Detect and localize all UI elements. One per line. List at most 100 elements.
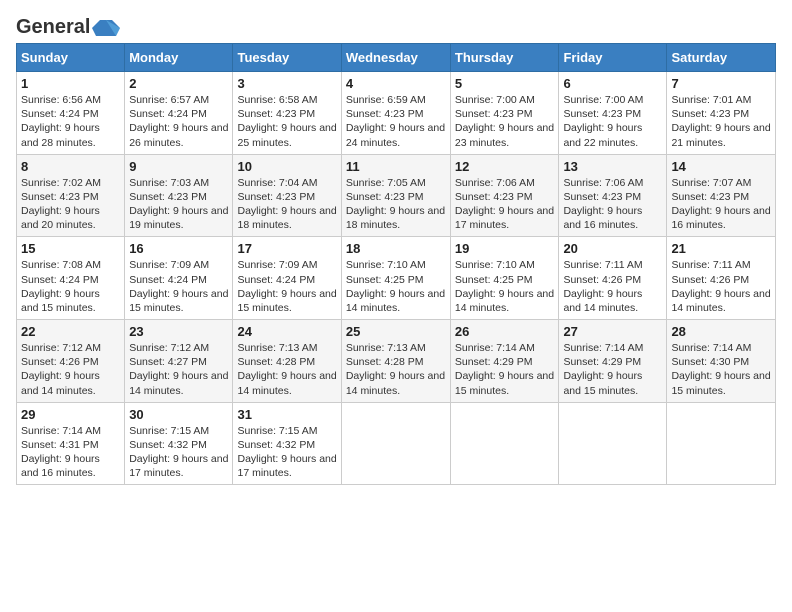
calendar-cell: 4 Sunrise: 6:59 AM Sunset: 4:23 PM Dayli… — [341, 72, 450, 155]
day-info: Sunrise: 7:01 AM Sunset: 4:23 PM Dayligh… — [671, 93, 771, 150]
calendar-cell: 29 Sunrise: 7:14 AM Sunset: 4:31 PM Dayl… — [17, 402, 125, 485]
calendar-cell: 9 Sunrise: 7:03 AM Sunset: 4:23 PM Dayli… — [125, 154, 233, 237]
day-info: Sunrise: 7:12 AM Sunset: 4:27 PM Dayligh… — [129, 341, 228, 398]
day-info: Sunrise: 7:04 AM Sunset: 4:23 PM Dayligh… — [237, 176, 336, 233]
calendar-cell: 10 Sunrise: 7:04 AM Sunset: 4:23 PM Dayl… — [233, 154, 341, 237]
day-info: Sunrise: 7:03 AM Sunset: 4:23 PM Dayligh… — [129, 176, 228, 233]
day-info: Sunrise: 6:58 AM Sunset: 4:23 PM Dayligh… — [237, 93, 336, 150]
calendar-cell — [450, 402, 559, 485]
calendar-cell: 1 Sunrise: 6:56 AM Sunset: 4:24 PM Dayli… — [17, 72, 125, 155]
day-info: Sunrise: 7:14 AM Sunset: 4:31 PM Dayligh… — [21, 424, 120, 481]
day-number: 17 — [237, 241, 336, 256]
calendar-cell: 6 Sunrise: 7:00 AM Sunset: 4:23 PM Dayli… — [559, 72, 667, 155]
calendar-cell: 18 Sunrise: 7:10 AM Sunset: 4:25 PM Dayl… — [341, 237, 450, 320]
calendar-cell: 15 Sunrise: 7:08 AM Sunset: 4:24 PM Dayl… — [17, 237, 125, 320]
calendar-cell: 31 Sunrise: 7:15 AM Sunset: 4:32 PM Dayl… — [233, 402, 341, 485]
weekday-header-monday: Monday — [125, 44, 233, 72]
day-number: 18 — [346, 241, 446, 256]
day-info: Sunrise: 7:05 AM Sunset: 4:23 PM Dayligh… — [346, 176, 446, 233]
day-number: 7 — [671, 76, 771, 91]
day-info: Sunrise: 7:02 AM Sunset: 4:23 PM Dayligh… — [21, 176, 120, 233]
day-info: Sunrise: 7:09 AM Sunset: 4:24 PM Dayligh… — [237, 258, 336, 315]
weekday-header-thursday: Thursday — [450, 44, 559, 72]
day-number: 19 — [455, 241, 555, 256]
day-info: Sunrise: 7:11 AM Sunset: 4:26 PM Dayligh… — [671, 258, 771, 315]
day-info: Sunrise: 6:56 AM Sunset: 4:24 PM Dayligh… — [21, 93, 120, 150]
calendar-cell: 5 Sunrise: 7:00 AM Sunset: 4:23 PM Dayli… — [450, 72, 559, 155]
day-number: 8 — [21, 159, 120, 174]
calendar-cell: 26 Sunrise: 7:14 AM Sunset: 4:29 PM Dayl… — [450, 320, 559, 403]
weekday-header-tuesday: Tuesday — [233, 44, 341, 72]
day-info: Sunrise: 7:07 AM Sunset: 4:23 PM Dayligh… — [671, 176, 771, 233]
calendar-cell: 8 Sunrise: 7:02 AM Sunset: 4:23 PM Dayli… — [17, 154, 125, 237]
weekday-header-wednesday: Wednesday — [341, 44, 450, 72]
day-number: 16 — [129, 241, 228, 256]
calendar-cell: 7 Sunrise: 7:01 AM Sunset: 4:23 PM Dayli… — [667, 72, 776, 155]
logo: General — [16, 16, 120, 35]
calendar-cell: 17 Sunrise: 7:09 AM Sunset: 4:24 PM Dayl… — [233, 237, 341, 320]
calendar-cell: 12 Sunrise: 7:06 AM Sunset: 4:23 PM Dayl… — [450, 154, 559, 237]
day-info: Sunrise: 7:14 AM Sunset: 4:29 PM Dayligh… — [455, 341, 555, 398]
day-info: Sunrise: 7:08 AM Sunset: 4:24 PM Dayligh… — [21, 258, 120, 315]
weekday-header-sunday: Sunday — [17, 44, 125, 72]
calendar-cell — [667, 402, 776, 485]
day-number: 30 — [129, 407, 228, 422]
day-info: Sunrise: 7:11 AM Sunset: 4:26 PM Dayligh… — [563, 258, 662, 315]
day-number: 6 — [563, 76, 662, 91]
calendar-cell: 16 Sunrise: 7:09 AM Sunset: 4:24 PM Dayl… — [125, 237, 233, 320]
day-number: 4 — [346, 76, 446, 91]
day-number: 5 — [455, 76, 555, 91]
day-info: Sunrise: 7:09 AM Sunset: 4:24 PM Dayligh… — [129, 258, 228, 315]
day-info: Sunrise: 6:59 AM Sunset: 4:23 PM Dayligh… — [346, 93, 446, 150]
day-info: Sunrise: 7:06 AM Sunset: 4:23 PM Dayligh… — [563, 176, 662, 233]
day-info: Sunrise: 7:15 AM Sunset: 4:32 PM Dayligh… — [237, 424, 336, 481]
day-number: 9 — [129, 159, 228, 174]
day-info: Sunrise: 7:06 AM Sunset: 4:23 PM Dayligh… — [455, 176, 555, 233]
day-info: Sunrise: 7:13 AM Sunset: 4:28 PM Dayligh… — [346, 341, 446, 398]
day-info: Sunrise: 7:10 AM Sunset: 4:25 PM Dayligh… — [455, 258, 555, 315]
day-number: 10 — [237, 159, 336, 174]
day-number: 29 — [21, 407, 120, 422]
calendar-cell: 22 Sunrise: 7:12 AM Sunset: 4:26 PM Dayl… — [17, 320, 125, 403]
day-info: Sunrise: 6:57 AM Sunset: 4:24 PM Dayligh… — [129, 93, 228, 150]
day-number: 13 — [563, 159, 662, 174]
day-number: 1 — [21, 76, 120, 91]
page-header: General — [16, 16, 776, 35]
day-number: 31 — [237, 407, 336, 422]
calendar-cell — [559, 402, 667, 485]
calendar-cell: 28 Sunrise: 7:14 AM Sunset: 4:30 PM Dayl… — [667, 320, 776, 403]
calendar-cell: 11 Sunrise: 7:05 AM Sunset: 4:23 PM Dayl… — [341, 154, 450, 237]
calendar-cell: 23 Sunrise: 7:12 AM Sunset: 4:27 PM Dayl… — [125, 320, 233, 403]
day-number: 15 — [21, 241, 120, 256]
day-info: Sunrise: 7:14 AM Sunset: 4:30 PM Dayligh… — [671, 341, 771, 398]
day-number: 27 — [563, 324, 662, 339]
day-number: 24 — [237, 324, 336, 339]
day-info: Sunrise: 7:10 AM Sunset: 4:25 PM Dayligh… — [346, 258, 446, 315]
day-number: 12 — [455, 159, 555, 174]
day-number: 28 — [671, 324, 771, 339]
weekday-header-saturday: Saturday — [667, 44, 776, 72]
calendar-cell: 19 Sunrise: 7:10 AM Sunset: 4:25 PM Dayl… — [450, 237, 559, 320]
day-info: Sunrise: 7:14 AM Sunset: 4:29 PM Dayligh… — [563, 341, 662, 398]
calendar-cell: 25 Sunrise: 7:13 AM Sunset: 4:28 PM Dayl… — [341, 320, 450, 403]
day-number: 21 — [671, 241, 771, 256]
day-number: 23 — [129, 324, 228, 339]
calendar-cell: 21 Sunrise: 7:11 AM Sunset: 4:26 PM Dayl… — [667, 237, 776, 320]
calendar-cell: 3 Sunrise: 6:58 AM Sunset: 4:23 PM Dayli… — [233, 72, 341, 155]
day-number: 11 — [346, 159, 446, 174]
calendar-cell: 27 Sunrise: 7:14 AM Sunset: 4:29 PM Dayl… — [559, 320, 667, 403]
day-number: 25 — [346, 324, 446, 339]
calendar-cell — [341, 402, 450, 485]
day-info: Sunrise: 7:00 AM Sunset: 4:23 PM Dayligh… — [563, 93, 662, 150]
day-info: Sunrise: 7:13 AM Sunset: 4:28 PM Dayligh… — [237, 341, 336, 398]
logo-icon — [92, 18, 120, 38]
day-number: 2 — [129, 76, 228, 91]
calendar-cell: 20 Sunrise: 7:11 AM Sunset: 4:26 PM Dayl… — [559, 237, 667, 320]
day-number: 26 — [455, 324, 555, 339]
day-number: 14 — [671, 159, 771, 174]
calendar-cell: 30 Sunrise: 7:15 AM Sunset: 4:32 PM Dayl… — [125, 402, 233, 485]
day-number: 3 — [237, 76, 336, 91]
calendar-cell: 24 Sunrise: 7:13 AM Sunset: 4:28 PM Dayl… — [233, 320, 341, 403]
calendar-table: SundayMondayTuesdayWednesdayThursdayFrid… — [16, 43, 776, 485]
day-info: Sunrise: 7:12 AM Sunset: 4:26 PM Dayligh… — [21, 341, 120, 398]
